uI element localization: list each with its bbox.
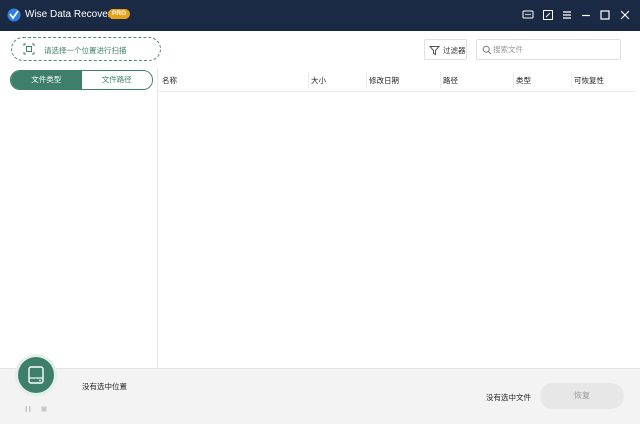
menu-icon[interactable] (561, 9, 573, 21)
tab-file-type[interactable]: 文件类型 (11, 71, 82, 89)
column-header-size[interactable]: 大小 (311, 75, 326, 86)
tab-file-path[interactable]: 文件路径 (81, 71, 152, 89)
pro-badge: PRO (108, 9, 131, 19)
search-icon (482, 45, 492, 55)
select-location-button[interactable]: 请选择一个位置进行扫描 (11, 37, 161, 61)
column-header-path[interactable]: 路径 (443, 75, 458, 86)
app-title: Wise Data Recovery (25, 9, 117, 20)
file-table: 名称 大小 修改日期 路径 类型 可恢复性 (158, 68, 636, 368)
filter-icon (429, 46, 440, 56)
filter-label: 过滤器 (443, 46, 466, 55)
column-header-type[interactable]: 类型 (516, 75, 531, 86)
table-header: 名称 大小 修改日期 路径 类型 可恢复性 (158, 68, 636, 92)
title-bar: Wise Data Recovery PRO (0, 0, 640, 31)
column-divider[interactable] (513, 72, 514, 88)
column-header-recoverability[interactable]: 可恢复性 (574, 75, 604, 86)
edit-icon[interactable] (542, 9, 554, 21)
view-mode-switch: 文件类型 文件路径 (10, 70, 153, 90)
drive-icon (28, 366, 44, 384)
column-header-name[interactable]: 名称 (162, 75, 177, 86)
filter-button[interactable]: 过滤器 (424, 39, 467, 60)
location-status: 没有选中位置 (82, 382, 127, 391)
close-icon[interactable] (619, 9, 631, 21)
pause-icon[interactable] (24, 405, 32, 413)
stop-icon[interactable] (40, 405, 48, 413)
select-location-label: 请选择一个位置进行扫描 (44, 46, 127, 55)
toolbar: 请选择一个位置进行扫描 过滤器 (0, 31, 640, 68)
status-bar: 没有选中位置 没有选中文件 恢复 (0, 357, 640, 424)
column-divider[interactable] (366, 72, 367, 88)
app-logo-icon (7, 8, 21, 22)
feedback-icon[interactable] (522, 9, 534, 21)
maximize-icon[interactable] (599, 9, 611, 21)
drive-button[interactable] (18, 357, 54, 393)
minimize-icon[interactable] (580, 9, 592, 21)
recover-button[interactable]: 恢复 (540, 383, 624, 409)
sidebar: 文件类型 文件路径 (4, 68, 158, 368)
column-divider[interactable] (571, 72, 572, 88)
scan-location-icon (23, 43, 35, 55)
column-divider[interactable] (440, 72, 441, 88)
file-selection-status: 没有选中文件 (486, 393, 531, 402)
search-input[interactable] (493, 42, 618, 57)
column-header-modified-date[interactable]: 修改日期 (369, 75, 399, 86)
column-divider[interactable] (308, 72, 309, 88)
search-box[interactable] (476, 39, 621, 60)
